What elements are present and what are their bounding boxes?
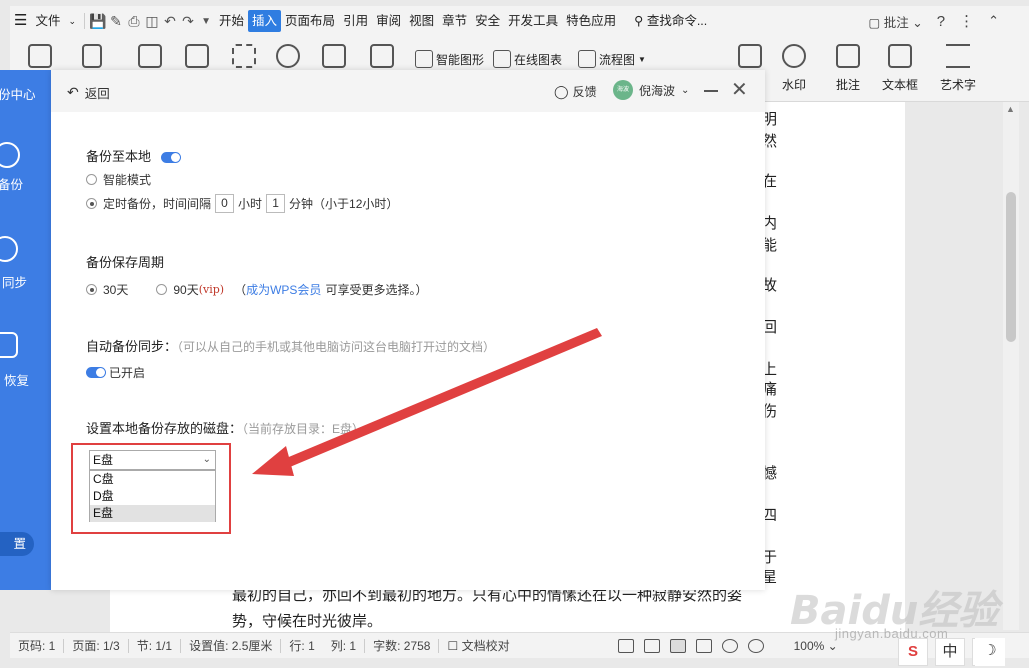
baidu-url: jingyan.baidu.com: [835, 626, 949, 641]
moon-icon[interactable]: ☽: [975, 638, 1005, 666]
wps-window: ☰ 文件 ⌄ 💾 ✎ ⎙ ◫ ↶ ↷ ▼ 开始 插入 页面布局 引用 审阅 视图…: [0, 0, 1029, 668]
baidu-watermark: Baidu经验 jingyan.baidu.com: [790, 560, 1020, 641]
ime-language[interactable]: 中: [935, 638, 965, 666]
sogou-ime-icon[interactable]: S: [898, 638, 928, 666]
